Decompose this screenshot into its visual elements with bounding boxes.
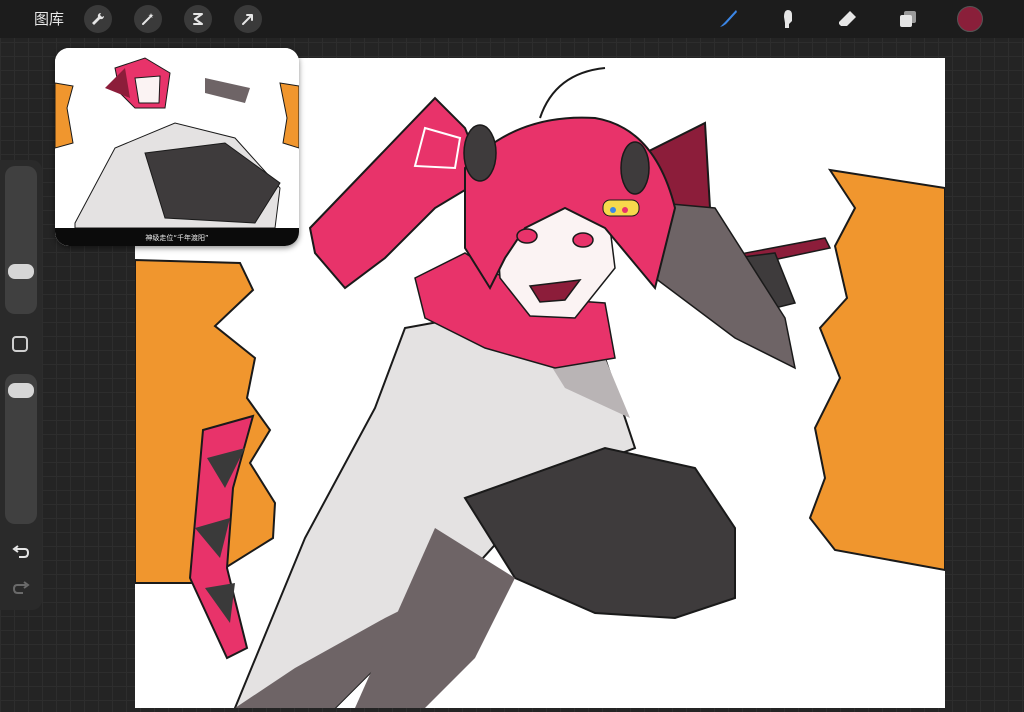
opacity-thumb[interactable] — [8, 383, 34, 399]
orange-shape-right — [808, 168, 945, 572]
brush-tool-button[interactable] — [714, 5, 742, 33]
left-sidebar — [0, 160, 42, 610]
magic-wand-icon — [142, 13, 154, 25]
layers-icon — [900, 11, 916, 27]
brush-size-thumb[interactable] — [8, 264, 34, 280]
color-picker-button[interactable] — [957, 6, 983, 32]
smudge-tool-button[interactable] — [774, 5, 802, 33]
modify-button[interactable] — [12, 336, 28, 352]
gallery-button[interactable]: 图库 — [34, 9, 64, 29]
reference-window[interactable]: 神级走位“千年渡阳” — [55, 48, 299, 246]
eraser-tool-button[interactable] — [834, 5, 862, 33]
redo-button[interactable] — [11, 578, 31, 598]
brush-icon — [720, 10, 737, 27]
undo-icon — [12, 545, 30, 558]
transform-button[interactable] — [234, 5, 262, 33]
smudge-icon — [784, 10, 792, 28]
procreate-workspace: 图库 神级走位“千年渡阳” — [0, 0, 1024, 712]
reference-image — [55, 48, 299, 246]
redo-icon — [12, 581, 30, 594]
undo-button[interactable] — [11, 542, 31, 562]
layers-button[interactable] — [894, 5, 922, 33]
eraser-icon — [839, 11, 856, 26]
adjustments-button[interactable] — [134, 5, 162, 33]
top-toolbar: 图库 — [0, 0, 1024, 38]
selection-button[interactable] — [184, 5, 212, 33]
brush-size-slider[interactable] — [5, 166, 37, 314]
opacity-slider[interactable] — [5, 374, 37, 524]
selection-icon — [193, 13, 203, 25]
wrench-icon — [92, 12, 105, 25]
actions-button[interactable] — [84, 5, 112, 33]
transform-icon — [242, 14, 253, 25]
reference-caption: 神级走位“千年渡阳” — [145, 234, 209, 242]
